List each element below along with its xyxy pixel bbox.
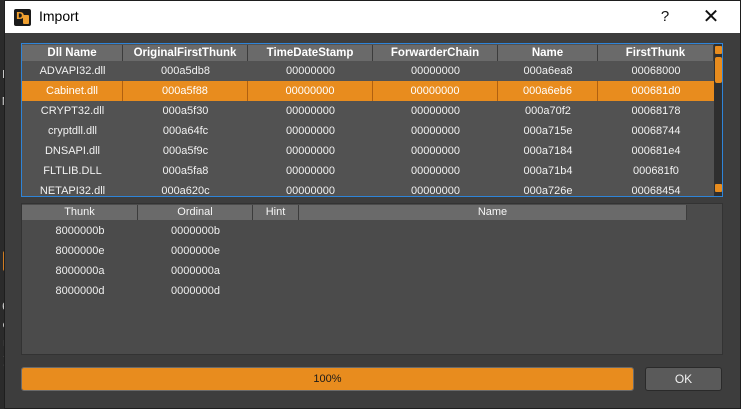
table-cell: 000a5f9c xyxy=(162,145,209,157)
table-cell: 00068178 xyxy=(631,105,681,117)
column-header[interactable]: FirstThunk xyxy=(598,45,714,61)
table-cell: 00000000 xyxy=(411,105,460,117)
table-cell: 00000000 xyxy=(286,65,335,77)
table-cell[interactable]: 0000000a xyxy=(138,261,253,281)
table-cell: CRYPT32.dll xyxy=(40,105,105,117)
table-cell: 000a715e xyxy=(523,125,573,137)
table-cell: 00000000 xyxy=(411,145,460,157)
table-cell[interactable]: 8000000a xyxy=(22,261,138,281)
table-cell: 000a64fc xyxy=(162,125,209,137)
table-cell: 00000000 xyxy=(411,165,460,177)
table-cell: 000a7184 xyxy=(523,145,573,157)
thunk-table[interactable]: Thunk Ordinal Hint Name 8000000b 0000000b 8000… xyxy=(21,203,723,355)
column-header[interactable]: TimeDateStamp xyxy=(248,45,373,61)
progress-bar: 100% xyxy=(21,367,634,391)
table-cell[interactable]: 8000000e xyxy=(22,241,138,261)
scroll-down-arrow-icon[interactable] xyxy=(715,184,722,192)
table-row[interactable]: ADVAPI32.dll 000a5db8 00000000 00000000 000a… xyxy=(22,61,714,81)
column-header[interactable]: ForwarderChain xyxy=(373,45,498,61)
table-cell: cryptdll.dll xyxy=(48,125,97,137)
column-header[interactable]: Name xyxy=(299,205,687,220)
table-row[interactable]: cryptdll.dll 000a64fc 00000000 00000000 000a… xyxy=(22,121,714,141)
column-header[interactable]: OriginalFirstThunk xyxy=(123,45,248,61)
ok-button[interactable]: OK xyxy=(645,367,722,391)
table-row-selected[interactable]: Cabinet.dll 000a5f88 00000000 00000000 000a6… xyxy=(22,81,714,101)
table-cell: 000681e4 xyxy=(631,145,681,157)
table-cell: 00000000 xyxy=(286,185,335,197)
table-row[interactable]: DNSAPI.dll 000a5f9c 00000000 00000000 000a71… xyxy=(22,141,714,161)
table-cell: 000a5db8 xyxy=(161,65,210,77)
table-cell: 000a6ea8 xyxy=(523,65,573,77)
table-cell: 000a5fa8 xyxy=(162,165,209,177)
table-row[interactable]: NETAPI32.dll 000a620c 00000000 00000000 000a… xyxy=(22,181,714,197)
import-dialog: D Import ? ✕ Dll Name OriginalFirstThunk T… xyxy=(4,0,741,409)
table-row[interactable]: FLTLIB.DLL 000a5fa8 00000000 00000000 000a71… xyxy=(22,161,714,181)
column-header[interactable]: Thunk xyxy=(22,205,138,220)
table-cell: 00000000 xyxy=(411,125,460,137)
table-cell: 000a5f88 xyxy=(123,81,248,101)
table-cell: DNSAPI.dll xyxy=(44,145,101,157)
scroll-up-arrow-icon[interactable] xyxy=(715,46,722,54)
table-cell: 000a5f30 xyxy=(162,105,209,117)
table-cell: 000a71b4 xyxy=(523,165,573,177)
table-cell: 00000000 xyxy=(286,105,335,117)
table-cell: 000a620c xyxy=(161,185,210,197)
table-cell: 00000000 xyxy=(373,81,498,101)
help-button[interactable]: ? xyxy=(645,4,685,30)
table-cell: 00000000 xyxy=(286,125,335,137)
table-cell[interactable]: 8000000b xyxy=(22,221,138,241)
table-cell[interactable]: 8000000d xyxy=(22,281,138,301)
table-cell: 000a6eb6 xyxy=(498,81,598,101)
column-header[interactable]: Dll Name xyxy=(22,45,123,61)
table-cell: 000a70f2 xyxy=(525,105,571,117)
column-header[interactable]: Name xyxy=(498,45,598,61)
table-cell: 000681d0 xyxy=(631,85,681,97)
table-cell: 00000000 xyxy=(411,65,460,77)
table-cell: 00068000 xyxy=(631,65,681,77)
table-cell: Cabinet.dll xyxy=(22,81,123,101)
title-bar[interactable]: D Import ? ✕ xyxy=(5,1,740,33)
table-cell: NETAPI32.dll xyxy=(39,185,106,197)
table-cell: 00000000 xyxy=(411,185,460,197)
table-cell: 00000000 xyxy=(286,145,335,157)
table-cell[interactable]: 0000000b xyxy=(138,221,253,241)
table-cell[interactable]: 0000000e xyxy=(138,241,253,261)
table-cell: 00000000 xyxy=(248,81,373,101)
scrollbar-thumb[interactable] xyxy=(715,57,722,83)
table-cell: ADVAPI32.dll xyxy=(39,65,106,77)
progress-label: 100% xyxy=(313,373,342,385)
table-cell: 000681f0 xyxy=(633,165,679,177)
table-row[interactable]: CRYPT32.dll 000a5f30 00000000 00000000 000a7… xyxy=(22,101,714,121)
dll-import-table[interactable]: Dll Name OriginalFirstThunk TimeDateStamp F… xyxy=(21,43,723,197)
table-cell: FLTLIB.DLL xyxy=(43,165,102,177)
vertical-scrollbar[interactable] xyxy=(714,44,722,196)
table-cell: 00000000 xyxy=(286,165,335,177)
table-cell: 00068744 xyxy=(631,125,681,137)
table-cell[interactable]: 0000000d xyxy=(138,281,253,301)
column-header[interactable]: Hint xyxy=(253,205,299,220)
dialog-title: Import xyxy=(39,8,79,24)
table-cell: 00068454 xyxy=(631,185,681,197)
close-button[interactable]: ✕ xyxy=(691,4,731,30)
app-logo-icon: D xyxy=(14,9,31,26)
column-header[interactable]: Ordinal xyxy=(138,205,253,220)
table-cell: 000a726e xyxy=(523,185,573,197)
